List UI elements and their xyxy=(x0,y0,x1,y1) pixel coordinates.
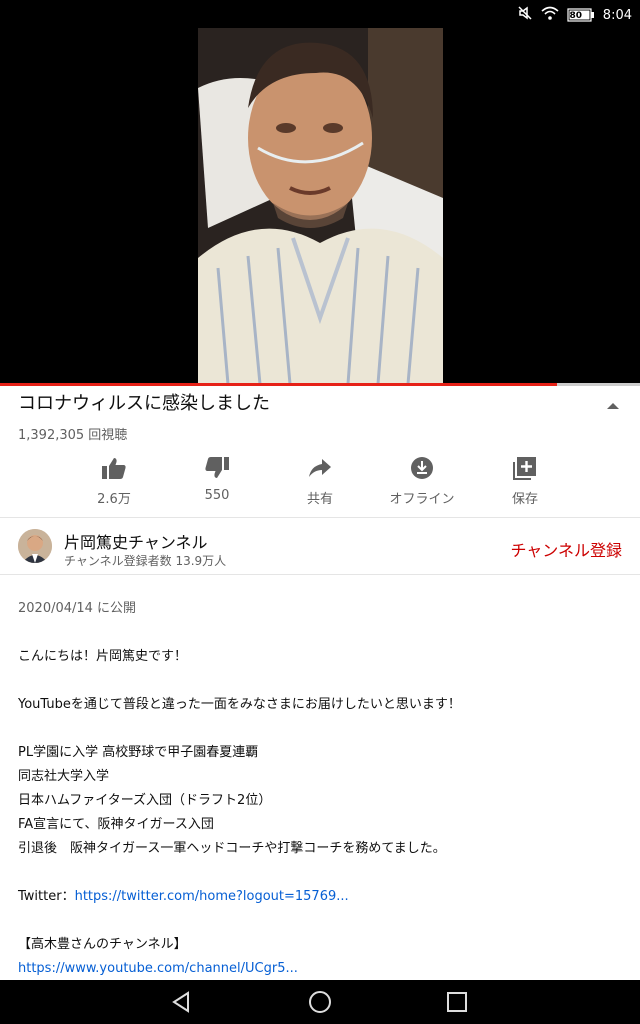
dislike-count: 550 xyxy=(204,488,230,503)
bio-line: 引退後 阪神タイガース一軍ヘッドコーチや打撃コーチを務めてました。 xyxy=(18,841,446,856)
video-player[interactable] xyxy=(0,28,640,384)
publish-date: 2020/04/14 に公開 xyxy=(18,601,137,616)
home-button[interactable] xyxy=(307,990,333,1018)
divider xyxy=(0,574,640,575)
dislike-button[interactable]: 550 xyxy=(167,456,267,503)
wifi-icon xyxy=(541,6,559,24)
share-button[interactable]: 共有 xyxy=(270,456,370,507)
download-button[interactable]: オフライン xyxy=(372,456,472,507)
video-description: 2020/04/14 に公開 こんにちは！片岡篤史です！ YouTubeを通じて… xyxy=(18,597,618,981)
recents-square-icon xyxy=(447,992,467,1012)
chevron-up-icon xyxy=(607,403,619,409)
channel-name[interactable]: 片岡篤史チャンネル xyxy=(64,529,208,553)
bio-line: 同志社大学入学 xyxy=(18,769,110,784)
subscribe-button[interactable]: チャンネル登録 xyxy=(510,537,622,561)
clock: 8:04 xyxy=(602,7,632,23)
battery-level: 80 xyxy=(569,11,582,21)
battery-icon: 80 xyxy=(567,8,595,22)
back-triangle-icon xyxy=(172,991,189,1013)
download-label: オフライン xyxy=(389,492,455,507)
like-count: 2.6万 xyxy=(97,492,131,507)
save-label: 保存 xyxy=(511,492,538,507)
back-button[interactable] xyxy=(170,990,194,1018)
video-thumbnail xyxy=(198,28,443,384)
bio-line: FA宣言にて、阪神タイガース入団 xyxy=(18,817,214,832)
twitter-link[interactable]: https://twitter.com/home?logout=15769... xyxy=(75,889,349,904)
bio-line: 日本ハムファイターズ入団（ドラフト2位） xyxy=(18,793,272,808)
avatar[interactable] xyxy=(18,529,52,563)
home-circle-icon xyxy=(309,991,331,1013)
video-frame xyxy=(198,28,443,384)
share-icon xyxy=(309,459,331,477)
save-button[interactable]: 保存 xyxy=(475,456,575,507)
status-bar: 80 8:04 xyxy=(0,0,640,28)
thumbs-down-icon xyxy=(205,457,229,478)
share-label: 共有 xyxy=(306,492,333,507)
subscriber-count: チャンネル登録者数 13.9万人 xyxy=(64,554,227,568)
twitter-label: Twitter： xyxy=(18,889,75,904)
bio-line: PL学園に入学 高校野球で甲子園春夏連覇 xyxy=(18,745,259,760)
takagi-channel-link[interactable]: https://www.youtube.com/channel/UCgr5... xyxy=(18,957,618,981)
like-button[interactable]: 2.6万 xyxy=(64,456,164,507)
collapse-description-button[interactable] xyxy=(604,398,622,412)
divider xyxy=(0,517,640,518)
twitter-line: Twitter：https://twitter.com/home?logout=… xyxy=(18,885,618,909)
video-progress-fill xyxy=(0,383,557,386)
download-icon xyxy=(411,457,433,479)
thumbs-up-icon xyxy=(102,458,126,479)
description-intro: YouTubeを通じて普段と違った一面をみなさまにお届けしたいと思います！ xyxy=(18,697,461,712)
system-navigation-bar xyxy=(0,980,640,1024)
video-progress-bar[interactable] xyxy=(0,383,640,386)
description-greeting: こんにちは！片岡篤史です！ xyxy=(18,649,188,664)
takagi-heading: 【高木豊さんのチャンネル】 xyxy=(18,937,187,952)
view-count: 1,392,305 回視聴 xyxy=(18,428,128,443)
recents-button[interactable] xyxy=(445,990,469,1018)
save-playlist-icon xyxy=(513,457,536,480)
action-bar: 2.6万 550 共有 オフライン 保存 xyxy=(0,450,640,520)
channel-avatar-image xyxy=(18,529,52,563)
video-title: コロナウィルスに感染しました xyxy=(18,393,270,414)
mute-icon xyxy=(517,5,533,25)
